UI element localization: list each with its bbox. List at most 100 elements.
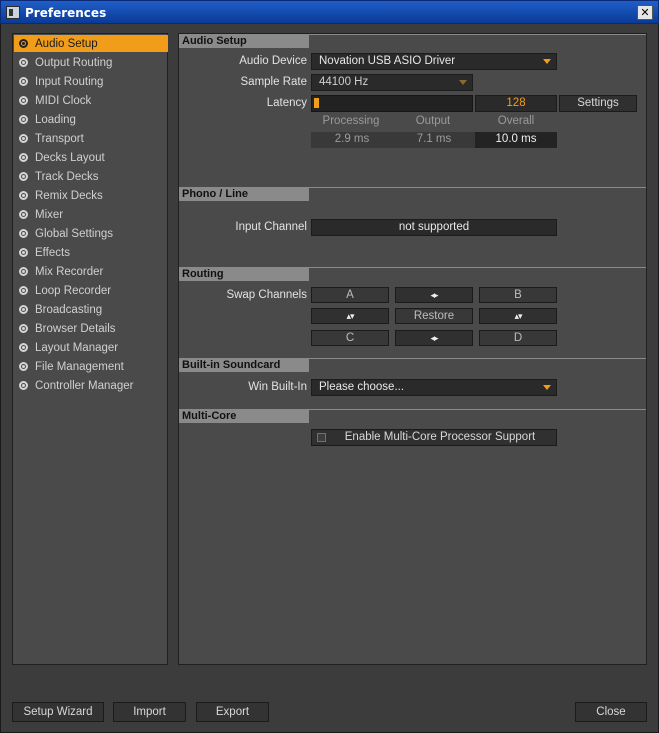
latency-value: 128 (475, 95, 557, 112)
sidebar-item-mix-recorder[interactable]: Mix Recorder (14, 263, 168, 280)
close-button[interactable]: Close (575, 702, 647, 722)
input-channel-field: not supported (311, 219, 557, 236)
restore-button[interactable]: Restore (395, 308, 473, 324)
sidebar-item-track-decks[interactable]: Track Decks (14, 168, 168, 185)
window-title: Preferences (25, 6, 107, 20)
sidebar-item-label: Browser Details (35, 322, 116, 335)
processing-header: Processing (322, 115, 380, 127)
radio-icon (19, 39, 28, 48)
input-channel-label: Input Channel (235, 221, 307, 233)
output-header: Output (415, 115, 451, 127)
sample-rate-dropdown[interactable]: 44100 Hz (311, 74, 473, 91)
radio-icon (19, 58, 28, 67)
section-divider (309, 409, 646, 410)
swap-bd-button[interactable]: ▴▾ (479, 308, 557, 324)
overall-header: Overall (497, 115, 535, 127)
sidebar-item-label: Input Routing (35, 75, 104, 88)
sidebar-item-loop-recorder[interactable]: Loop Recorder (14, 282, 168, 299)
sidebar-item-label: Global Settings (35, 227, 113, 240)
radio-icon (19, 96, 28, 105)
channel-a-button[interactable]: A (311, 287, 389, 303)
audio-device-label: Audio Device (239, 55, 307, 67)
sidebar-item-layout-manager[interactable]: Layout Manager (14, 339, 168, 356)
radio-icon (19, 362, 28, 371)
sidebar-item-label: Mixer (35, 208, 64, 221)
sidebar-item-broadcasting[interactable]: Broadcasting (14, 301, 168, 318)
radio-icon (19, 324, 28, 333)
swap-ab-button[interactable]: ◂▸ (395, 287, 473, 303)
radio-icon (19, 191, 28, 200)
multicore-checkbox[interactable]: Enable Multi-Core Processor Support (311, 429, 557, 446)
audio-device-dropdown[interactable]: Novation USB ASIO Driver (311, 53, 557, 70)
sidebar-item-file-management[interactable]: File Management (14, 358, 168, 375)
sidebar-item-global-settings[interactable]: Global Settings (14, 225, 168, 242)
sidebar-item-label: File Management (35, 360, 124, 373)
channel-c-button[interactable]: C (311, 330, 389, 346)
latency-label: Latency (266, 97, 307, 109)
radio-icon (19, 229, 28, 238)
section-divider (309, 34, 646, 35)
output-value: 7.1 ms (393, 132, 475, 148)
swap-ac-button[interactable]: ▴▾ (311, 308, 389, 324)
sidebar-item-browser-details[interactable]: Browser Details (14, 320, 168, 337)
section-divider (309, 187, 646, 188)
app-icon (6, 6, 20, 19)
radio-icon (19, 381, 28, 390)
window-close-icon[interactable]: ✕ (637, 5, 653, 20)
preferences-sidebar: Audio Setup Output Routing Input Routing… (12, 33, 168, 665)
import-button[interactable]: Import (113, 702, 186, 722)
sidebar-item-label: Remix Decks (35, 189, 103, 202)
settings-panel: Audio Setup Audio Device Novation USB AS… (178, 33, 647, 665)
sidebar-item-decks-layout[interactable]: Decks Layout (14, 149, 168, 166)
checkbox-icon[interactable] (317, 433, 326, 442)
sidebar-item-controller-manager[interactable]: Controller Manager (14, 377, 168, 394)
sidebar-item-label: Effects (35, 246, 70, 259)
sidebar-item-audio-setup[interactable]: Audio Setup (14, 35, 168, 52)
sidebar-item-effects[interactable]: Effects (14, 244, 168, 261)
section-divider (309, 358, 646, 359)
sidebar-item-label: Layout Manager (35, 341, 119, 354)
sidebar-item-remix-decks[interactable]: Remix Decks (14, 187, 168, 204)
section-header-routing: Routing (179, 267, 309, 281)
sidebar-item-loading[interactable]: Loading (14, 111, 168, 128)
channel-d-button[interactable]: D (479, 330, 557, 346)
win-builtin-label: Win Built-In (248, 381, 307, 393)
radio-icon (19, 267, 28, 276)
setup-wizard-button[interactable]: Setup Wizard (12, 702, 104, 722)
latency-slider-handle[interactable] (314, 98, 319, 108)
dropdown-arrow-icon (459, 80, 467, 85)
sidebar-item-midi-clock[interactable]: MIDI Clock (14, 92, 168, 109)
sidebar-item-input-routing[interactable]: Input Routing (14, 73, 168, 90)
sidebar-item-transport[interactable]: Transport (14, 130, 168, 147)
swap-cd-button[interactable]: ◂▸ (395, 330, 473, 346)
sample-rate-value: 44100 Hz (319, 76, 369, 88)
win-builtin-dropdown[interactable]: Please choose... (311, 379, 557, 396)
section-header-multicore: Multi-Core (179, 409, 309, 423)
channel-b-button[interactable]: B (479, 287, 557, 303)
sidebar-item-label: Audio Setup (35, 37, 98, 50)
sidebar-item-output-routing[interactable]: Output Routing (14, 54, 168, 71)
overall-value: 10.0 ms (475, 132, 557, 148)
sidebar-item-mixer[interactable]: Mixer (14, 206, 168, 223)
radio-icon (19, 153, 28, 162)
multicore-checkbox-label: Enable Multi-Core Processor Support (344, 431, 536, 443)
sidebar-item-label: Broadcasting (35, 303, 103, 316)
sidebar-item-label: Decks Layout (35, 151, 105, 164)
sidebar-item-label: Controller Manager (35, 379, 134, 392)
latency-slider[interactable] (311, 95, 473, 112)
section-divider (309, 267, 646, 268)
swap-horizontal-icon: ◂▸ (430, 290, 438, 300)
radio-icon (19, 343, 28, 352)
dropdown-arrow-icon (543, 385, 551, 390)
export-button[interactable]: Export (196, 702, 269, 722)
swap-vertical-icon: ▴▾ (346, 311, 354, 321)
sidebar-item-label: MIDI Clock (35, 94, 92, 107)
section-header-phono-line: Phono / Line (179, 187, 309, 201)
swap-vertical-icon: ▴▾ (514, 311, 522, 321)
dropdown-arrow-icon (543, 59, 551, 64)
radio-icon (19, 134, 28, 143)
settings-button[interactable]: Settings (559, 95, 637, 112)
radio-icon (19, 305, 28, 314)
audio-device-value: Novation USB ASIO Driver (319, 55, 456, 67)
section-header-builtin-soundcard: Built-in Soundcard (179, 358, 309, 372)
